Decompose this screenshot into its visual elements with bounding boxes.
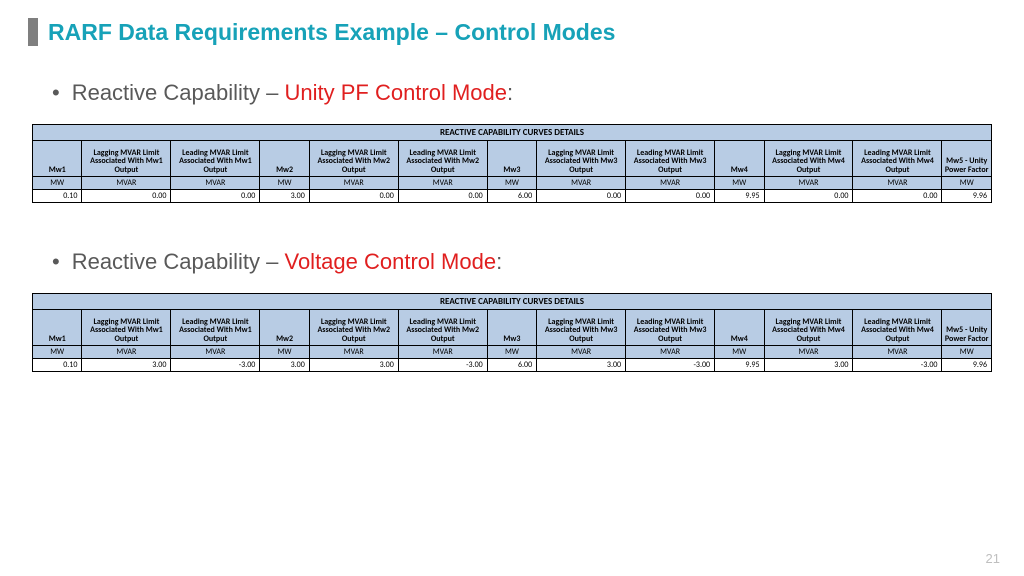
col-header: Leading MVAR Limit Associated With Mw3 O… (626, 310, 715, 346)
cell-value: 0.00 (398, 190, 487, 203)
table-voltage-mode: REACTIVE CAPABILITY CURVES DETAILSMw1Lag… (32, 293, 992, 372)
col-header: Mw2 (260, 310, 309, 346)
bullet-dot: • (52, 249, 60, 275)
col-header: Lagging MVAR Limit Associated With Mw2 O… (309, 141, 398, 177)
bullet-unity-pf: • Reactive Capability – Unity PF Control… (0, 80, 1024, 106)
col-header: Leading MVAR Limit Associated With Mw1 O… (171, 310, 260, 346)
cell-value: 3.00 (82, 359, 171, 372)
col-unit: MVAR (82, 177, 171, 190)
col-unit: MVAR (764, 177, 853, 190)
cell-value: 0.00 (171, 190, 260, 203)
col-header: Leading MVAR Limit Associated With Mw4 O… (853, 310, 942, 346)
col-unit: MVAR (171, 177, 260, 190)
cell-value: 3.00 (260, 190, 309, 203)
cell-value: 3.00 (260, 359, 309, 372)
col-header: Mw4 (715, 310, 764, 346)
col-unit: MVAR (537, 346, 626, 359)
cell-value: -3.00 (626, 359, 715, 372)
cell-value: 9.95 (715, 359, 764, 372)
bullet-mode: Unity PF Control Mode (284, 80, 507, 105)
cell-value: 3.00 (537, 359, 626, 372)
cell-value: 3.00 (309, 359, 398, 372)
bullet-suffix: : (496, 249, 502, 274)
cell-value: 9.96 (942, 359, 992, 372)
col-header: Mw1 (33, 310, 82, 346)
col-header: Mw5 - Unity Power Factor (942, 310, 992, 346)
cell-value: 0.10 (33, 359, 82, 372)
cell-value: -3.00 (853, 359, 942, 372)
col-unit: MW (715, 346, 764, 359)
col-header: Mw2 (260, 141, 309, 177)
bullet-voltage-mode: • Reactive Capability – Voltage Control … (0, 249, 1024, 275)
cell-value: 9.95 (715, 190, 764, 203)
col-header: Lagging MVAR Limit Associated With Mw3 O… (537, 310, 626, 346)
col-unit: MVAR (309, 177, 398, 190)
page-number: 21 (986, 551, 1000, 566)
col-header: Mw4 (715, 141, 764, 177)
cell-value: 0.00 (82, 190, 171, 203)
col-header: Leading MVAR Limit Associated With Mw2 O… (398, 310, 487, 346)
slide-title-bar: RARF Data Requirements Example – Control… (0, 0, 1024, 46)
cell-value: 0.00 (764, 190, 853, 203)
bullet-dot: • (52, 80, 60, 106)
cell-value: 0.00 (853, 190, 942, 203)
col-header: Lagging MVAR Limit Associated With Mw4 O… (764, 310, 853, 346)
cell-value: 0.00 (626, 190, 715, 203)
col-unit: MVAR (398, 177, 487, 190)
col-unit: MVAR (853, 346, 942, 359)
col-header: Leading MVAR Limit Associated With Mw4 O… (853, 141, 942, 177)
col-header: Leading MVAR Limit Associated With Mw2 O… (398, 141, 487, 177)
col-unit: MVAR (309, 346, 398, 359)
col-header: Lagging MVAR Limit Associated With Mw2 O… (309, 310, 398, 346)
col-unit: MW (33, 177, 82, 190)
col-unit: MW (942, 346, 992, 359)
cell-value: 6.00 (487, 359, 536, 372)
title-accent (28, 18, 38, 46)
cell-value: -3.00 (171, 359, 260, 372)
col-header: Leading MVAR Limit Associated With Mw3 O… (626, 141, 715, 177)
col-header: Lagging MVAR Limit Associated With Mw1 O… (82, 310, 171, 346)
table-unity-pf: REACTIVE CAPABILITY CURVES DETAILSMw1Lag… (32, 124, 992, 203)
col-unit: MVAR (398, 346, 487, 359)
col-unit: MVAR (171, 346, 260, 359)
col-header: Lagging MVAR Limit Associated With Mw3 O… (537, 141, 626, 177)
col-unit: MVAR (853, 177, 942, 190)
col-header: Leading MVAR Limit Associated With Mw1 O… (171, 141, 260, 177)
slide-title: RARF Data Requirements Example – Control… (48, 19, 615, 46)
bullet-prefix: Reactive Capability – (72, 249, 285, 274)
cell-value: 3.00 (764, 359, 853, 372)
col-unit: MW (487, 177, 536, 190)
table-voltage-mode-wrap: REACTIVE CAPABILITY CURVES DETAILSMw1Lag… (32, 293, 992, 372)
col-header: Mw5 - Unity Power Factor (942, 141, 992, 177)
cell-value: 6.00 (487, 190, 536, 203)
col-unit: MW (715, 177, 764, 190)
col-unit: MVAR (82, 346, 171, 359)
bullet-suffix: : (507, 80, 513, 105)
cell-value: 9.96 (942, 190, 992, 203)
col-unit: MW (942, 177, 992, 190)
col-unit: MVAR (626, 346, 715, 359)
col-unit: MVAR (764, 346, 853, 359)
cell-value: 0.10 (33, 190, 82, 203)
col-header: Lagging MVAR Limit Associated With Mw1 O… (82, 141, 171, 177)
col-unit: MVAR (537, 177, 626, 190)
col-header: Mw3 (487, 310, 536, 346)
col-header: Lagging MVAR Limit Associated With Mw4 O… (764, 141, 853, 177)
bullet-prefix: Reactive Capability – (72, 80, 285, 105)
table-unity-pf-wrap: REACTIVE CAPABILITY CURVES DETAILSMw1Lag… (32, 124, 992, 203)
cell-value: -3.00 (398, 359, 487, 372)
col-header: Mw3 (487, 141, 536, 177)
bullet-mode: Voltage Control Mode (284, 249, 496, 274)
table-banner: REACTIVE CAPABILITY CURVES DETAILS (33, 294, 992, 310)
col-unit: MW (260, 177, 309, 190)
col-unit: MVAR (626, 177, 715, 190)
col-unit: MW (33, 346, 82, 359)
cell-value: 0.00 (537, 190, 626, 203)
col-header: Mw1 (33, 141, 82, 177)
col-unit: MW (487, 346, 536, 359)
cell-value: 0.00 (309, 190, 398, 203)
col-unit: MW (260, 346, 309, 359)
table-banner: REACTIVE CAPABILITY CURVES DETAILS (33, 125, 992, 141)
